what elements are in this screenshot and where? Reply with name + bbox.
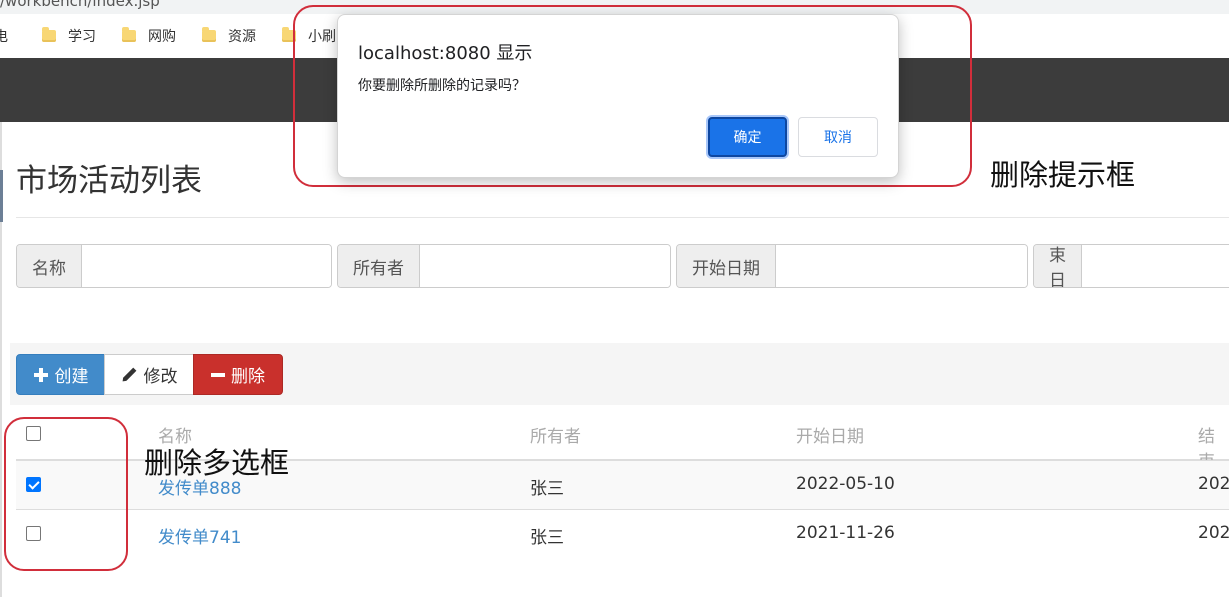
plus-icon xyxy=(33,367,49,383)
search-end-date-input[interactable] xyxy=(1082,245,1229,287)
bookmark-label: 资源 xyxy=(228,29,256,45)
dialog-title: localhost:8080 显示 xyxy=(358,43,533,64)
folder-icon xyxy=(202,27,216,42)
column-header-owner: 所有者 xyxy=(530,427,581,447)
owner-cell: 张三 xyxy=(530,528,564,548)
search-end-date-label: 结束日期 xyxy=(1034,245,1082,287)
delete-button-label: 删除 xyxy=(231,367,265,387)
bookmark-label: 网购 xyxy=(148,29,176,45)
divider xyxy=(16,217,1229,218)
dialog-message: 你要删除所删除的记录吗？ xyxy=(358,78,526,94)
url-text: /workbench/index.jsp xyxy=(0,0,160,10)
delete-button[interactable]: 删除 xyxy=(193,354,283,395)
search-name-input[interactable] xyxy=(82,245,331,287)
checkbox-annotation-box xyxy=(4,417,128,571)
start-date-cell: 2021-11-26 xyxy=(796,523,895,543)
search-owner-label: 所有者 xyxy=(338,245,420,287)
search-owner-group: 所有者 xyxy=(337,244,671,288)
activity-name-link[interactable]: 发传单741 xyxy=(158,523,241,548)
table-row: 发传单741 张三 2021-11-26 202 xyxy=(16,509,1229,558)
action-toolbar: 创建 修改 删除 xyxy=(10,343,1229,405)
create-button[interactable]: 创建 xyxy=(16,354,105,395)
confirm-cancel-button[interactable]: 取消 xyxy=(798,117,878,157)
confirm-ok-button[interactable]: 确定 xyxy=(708,117,787,157)
folder-icon xyxy=(42,27,56,42)
search-name-label: 名称 xyxy=(17,245,82,287)
column-header-start-date: 开始日期 xyxy=(796,427,864,447)
edit-button-label: 修改 xyxy=(143,367,178,387)
bookmark-item[interactable]: 电 xyxy=(0,26,8,46)
start-date-cell: 2022-05-10 xyxy=(796,474,895,494)
create-button-label: 创建 xyxy=(54,367,89,387)
checkbox-annotation-label: 删除多选框 xyxy=(144,446,290,480)
end-date-cell: 202 xyxy=(1198,523,1229,543)
search-end-date-group: 结束日期 xyxy=(1033,244,1229,288)
sidebar-accent xyxy=(0,170,3,222)
page-title: 市场活动列表 xyxy=(16,163,202,199)
bookmark-label: 学习 xyxy=(68,29,96,45)
edit-button[interactable]: 修改 xyxy=(104,354,194,395)
bookmark-label: 电 xyxy=(0,29,8,45)
bookmark-item[interactable]: 网购 xyxy=(122,26,176,46)
search-start-date-group: 开始日期 xyxy=(676,244,1028,288)
search-start-date-label: 开始日期 xyxy=(677,245,776,287)
bookmark-item[interactable]: 学习 xyxy=(42,26,96,46)
search-start-date-input[interactable] xyxy=(776,245,1027,287)
search-name-group: 名称 xyxy=(16,244,332,288)
pencil-icon xyxy=(121,366,138,383)
end-date-cell: 2022 xyxy=(1198,474,1229,494)
minus-icon xyxy=(211,368,225,382)
dialog-annotation-label: 删除提示框 xyxy=(990,158,1136,192)
owner-cell: 张三 xyxy=(530,479,564,499)
bookmark-item[interactable]: 资源 xyxy=(202,26,256,46)
folder-icon xyxy=(122,27,136,42)
search-owner-input[interactable] xyxy=(420,245,670,287)
confirm-dialog: localhost:8080 显示 你要删除所删除的记录吗？ 确定 取消 xyxy=(337,14,899,178)
